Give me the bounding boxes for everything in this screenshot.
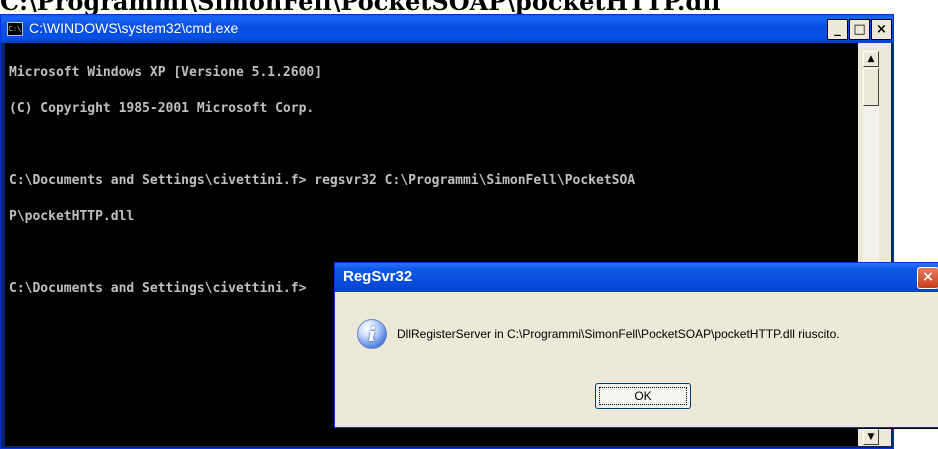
console-line: (C) Copyright 1985-2001 Microsoft Corp. [9, 101, 315, 116]
regsvr32-dialog: RegSvr32 × i DllRegisterServer in C:\Pro… [334, 262, 938, 428]
ok-focus-rect [599, 387, 687, 405]
maximize-button[interactable]: □ [849, 19, 870, 40]
scrollbar-thumb[interactable] [863, 68, 879, 106]
info-icon: i [357, 319, 387, 349]
dialog-close-button[interactable]: × [917, 267, 938, 289]
dialog-titlebar[interactable]: RegSvr32 × [335, 263, 938, 292]
console-line: Microsoft Windows XP [Versione 5.1.2600] [9, 65, 323, 80]
minimize-button[interactable]: _ [827, 19, 848, 40]
cmd-titlebar[interactable]: C:\ C:\WINDOWS\system32\cmd.exe _ □ × [1, 15, 893, 43]
cmd-window-title: C:\WINDOWS\system32\cmd.exe [29, 20, 239, 36]
console-line: C:\Documents and Settings\civettini.f> r… [9, 173, 636, 188]
scroll-down-arrow-icon[interactable]: ▼ [863, 429, 879, 445]
cmd-icon[interactable]: C:\ [7, 22, 23, 36]
console-line: P\pocketHTTP.dll [9, 209, 135, 224]
document-text-snippet: C:\Programmi\SimonFell\PocketSOAP\pocket… [0, 0, 938, 14]
close-button[interactable]: × [871, 19, 892, 40]
scroll-up-arrow-icon[interactable]: ▲ [863, 51, 879, 67]
dialog-title: RegSvr32 [343, 268, 413, 285]
dialog-message: DllRegisterServer in C:\Programmi\SimonF… [397, 327, 840, 341]
ok-button[interactable]: OK [595, 383, 691, 409]
